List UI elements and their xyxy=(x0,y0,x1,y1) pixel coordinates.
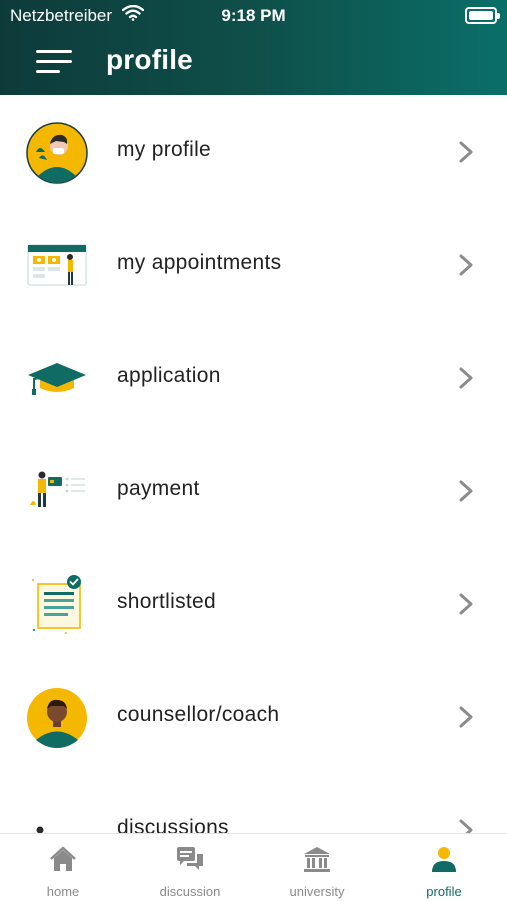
menu-item-label: payment xyxy=(117,477,200,500)
tab-label: university xyxy=(289,884,345,899)
status-bar: Netzbetreiber 9:18 PM xyxy=(0,0,507,30)
counsellor-avatar-icon xyxy=(27,688,87,748)
tab-label: home xyxy=(46,884,80,899)
tab-profile[interactable]: profile xyxy=(381,834,507,901)
app-header: Netzbetreiber 9:18 PM profile xyxy=(0,0,507,95)
chevron-right-icon xyxy=(459,706,473,728)
menu-item-my-appointments[interactable]: my appointments xyxy=(0,208,507,321)
menu-item-my-profile[interactable]: my profile xyxy=(0,95,507,208)
menu-item-label: application xyxy=(117,364,221,387)
chevron-right-icon xyxy=(459,480,473,502)
menu-item-label: my appointments xyxy=(117,251,282,274)
menu-item-shortlisted[interactable]: shortlisted xyxy=(0,547,507,660)
calendar-icon xyxy=(27,244,87,286)
discussion-board-icon xyxy=(36,826,44,833)
chevron-right-icon xyxy=(459,141,473,163)
battery-icon xyxy=(465,7,500,24)
tab-discussion[interactable]: discussion xyxy=(127,834,253,901)
menu-item-payment[interactable]: payment xyxy=(0,434,507,547)
university-icon xyxy=(304,847,330,872)
payment-card-icon xyxy=(30,471,85,507)
chevron-right-icon xyxy=(459,819,473,833)
page-title: profile xyxy=(106,44,193,75)
status-time: 9:18 PM xyxy=(221,6,286,25)
chevron-right-icon xyxy=(459,367,473,389)
user-icon xyxy=(432,847,456,872)
graduation-cap-icon xyxy=(28,363,86,395)
chevron-right-icon xyxy=(459,593,473,615)
user-avatar-icon xyxy=(26,122,88,184)
menu-item-discussions[interactable]: discussions xyxy=(0,773,507,833)
chat-icon xyxy=(177,847,203,870)
menu-item-application[interactable]: application xyxy=(0,321,507,434)
bottom-tab-bar: home discussion university profile xyxy=(0,833,507,901)
menu-item-label: counsellor/coach xyxy=(117,703,280,726)
menu-item-label: my profile xyxy=(117,138,212,161)
home-icon xyxy=(50,846,76,871)
menu-item-counsellor-coach[interactable]: counsellor/coach xyxy=(0,660,507,773)
hamburger-menu-button[interactable] xyxy=(36,50,72,74)
profile-menu-list: my profile my appointments application p… xyxy=(0,95,507,833)
menu-item-label: discussions xyxy=(117,816,229,833)
tab-home[interactable]: home xyxy=(0,834,126,901)
checklist-document-icon xyxy=(32,575,81,634)
tab-university[interactable]: university xyxy=(254,834,380,901)
tab-label: profile xyxy=(426,884,462,899)
tab-label: discussion xyxy=(159,884,221,899)
menu-item-label: shortlisted xyxy=(117,590,217,613)
chevron-right-icon xyxy=(459,254,473,276)
